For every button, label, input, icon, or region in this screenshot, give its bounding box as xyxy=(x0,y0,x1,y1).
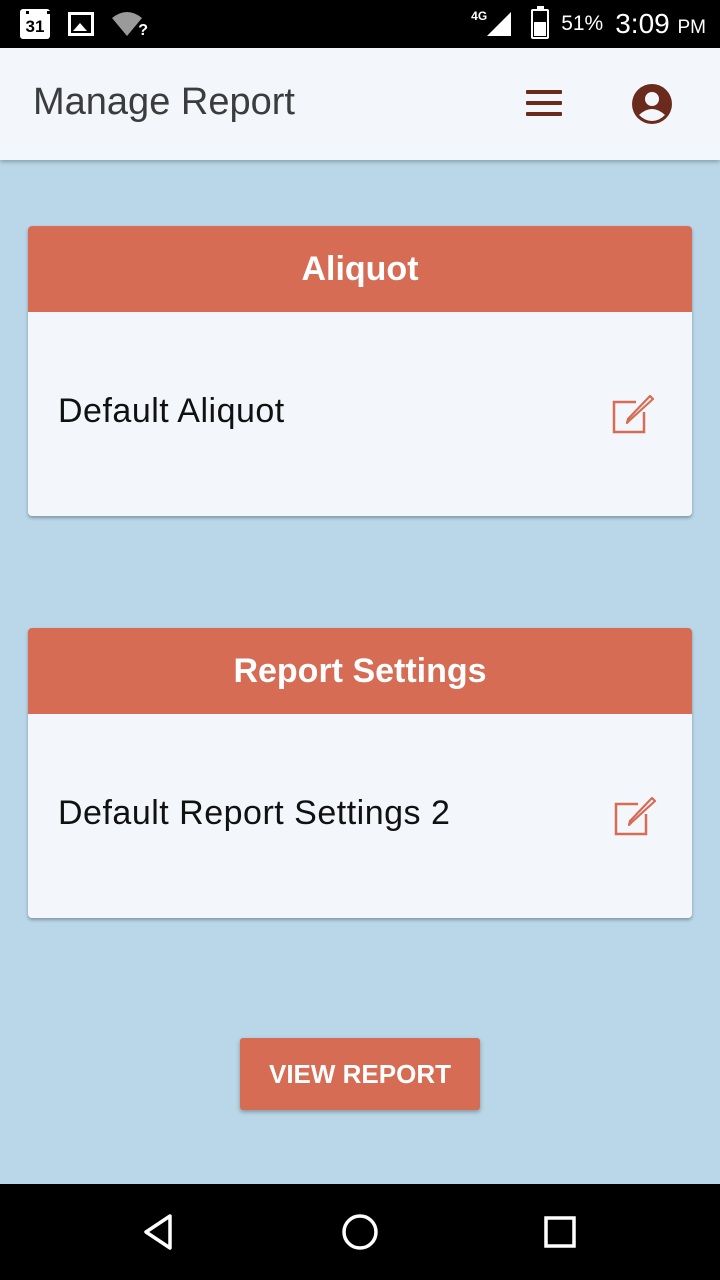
wifi-question-mark: ? xyxy=(138,22,148,39)
report-settings-card: Report Settings Default Report Settings … xyxy=(28,628,692,918)
battery-percentage: 51% xyxy=(561,12,604,35)
recent-apps-icon[interactable] xyxy=(536,1208,584,1256)
report-settings-card-header: Report Settings xyxy=(28,628,692,714)
wifi-icon: ? xyxy=(112,10,148,39)
clock-time: 3:09 xyxy=(615,8,670,39)
home-icon[interactable] xyxy=(336,1208,384,1256)
system-indicators: 4G 51% 3:09 PM xyxy=(471,0,706,48)
status-bar: 31 ? 4G 51% 3:09 PM xyxy=(0,0,720,48)
page-title: Manage Report xyxy=(33,81,295,123)
account-circle-icon[interactable] xyxy=(631,83,673,125)
app-bar: Manage Report xyxy=(0,48,720,160)
default-aliquot-label: Default Aliquot xyxy=(58,392,285,430)
edit-icon[interactable] xyxy=(612,792,658,838)
clock-ampm: PM xyxy=(677,17,707,38)
edit-icon[interactable] xyxy=(610,390,656,436)
view-report-button[interactable]: VIEW REPORT xyxy=(240,1038,480,1110)
back-icon[interactable] xyxy=(136,1208,184,1256)
aliquot-card: Aliquot Default Aliquot xyxy=(28,226,692,516)
aliquot-card-body: Default Aliquot xyxy=(28,312,692,516)
calendar-day: 31 xyxy=(25,16,45,36)
report-settings-card-body: Default Report Settings 2 xyxy=(28,714,692,918)
clock: 3:09 PM xyxy=(615,8,706,40)
notification-icons: 31 ? xyxy=(20,8,148,40)
calendar-icon: 31 xyxy=(20,9,50,39)
network-type: 4G xyxy=(471,9,488,23)
gallery-icon xyxy=(68,12,94,36)
navigation-bar xyxy=(0,1184,720,1280)
aliquot-card-header: Aliquot xyxy=(28,226,692,312)
menu-icon[interactable] xyxy=(522,86,566,122)
battery-icon xyxy=(531,6,550,39)
default-report-settings-label: Default Report Settings 2 xyxy=(58,794,451,832)
signal-icon xyxy=(487,12,512,36)
